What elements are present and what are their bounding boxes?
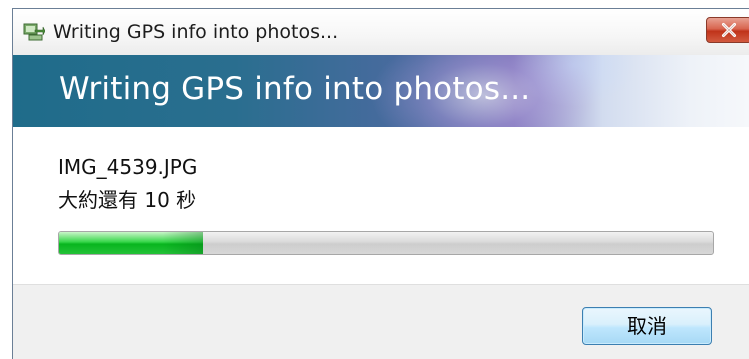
photo-gps-icon (23, 23, 45, 41)
close-icon (721, 22, 737, 38)
dialog-window: Writing GPS info into photos... Writing … (12, 8, 749, 359)
progress-content: IMG_4539.JPG 大約還有 10 秒 (13, 127, 749, 284)
progress-bar-fill (59, 232, 203, 254)
progress-bar (58, 231, 714, 255)
title-bar[interactable]: Writing GPS info into photos... (13, 9, 749, 55)
current-filename: IMG_4539.JPG (58, 155, 198, 179)
close-button[interactable] (706, 17, 749, 43)
banner-title: Writing GPS info into photos... (59, 71, 531, 107)
cancel-button[interactable]: 取消 (582, 307, 712, 345)
window-title: Writing GPS info into photos... (53, 21, 339, 43)
header-banner: Writing GPS info into photos... (13, 55, 749, 127)
time-remaining: 大約還有 10 秒 (58, 188, 197, 212)
button-footer: 取消 (13, 284, 749, 359)
